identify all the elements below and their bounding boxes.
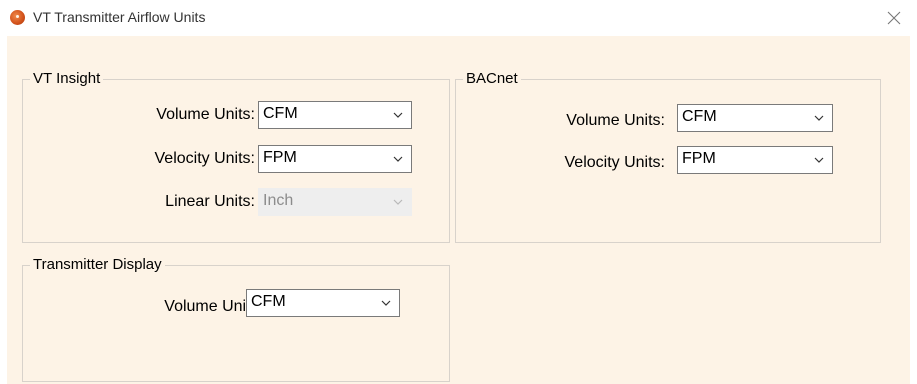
vt-insight-volume-label: Volume Units:: [156, 106, 255, 123]
bacnet-velocity-select[interactable]: FPM: [677, 146, 833, 174]
app-logo-icon: [10, 10, 25, 25]
close-icon: [887, 11, 901, 25]
chevron-down-icon: [814, 115, 824, 121]
vt-insight-linear-value: Inch: [263, 192, 294, 209]
transmitter-display-group-title: Transmitter Display: [30, 256, 165, 274]
bacnet-volume-select[interactable]: CFM: [677, 104, 833, 132]
chevron-down-icon: [814, 157, 824, 163]
dialog-client-area: VT Insight Volume Units: CFM Velocity Un…: [7, 36, 910, 384]
bacnet-volume-value: CFM: [682, 108, 717, 125]
vt-insight-velocity-select[interactable]: FPM: [258, 145, 412, 173]
transmitter-display-volume-select[interactable]: CFM: [246, 289, 400, 317]
vt-insight-linear-select: Inch: [258, 188, 412, 216]
bacnet-velocity-label: Velocity Units:: [564, 154, 665, 171]
window-title: VT Transmitter Airflow Units: [33, 9, 206, 25]
vt-insight-linear-label: Linear Units:: [165, 193, 255, 210]
vt-insight-volume-select[interactable]: CFM: [258, 101, 412, 129]
vt-insight-velocity-value: FPM: [263, 149, 297, 166]
chevron-down-icon: [393, 156, 403, 162]
bacnet-group-title: BACnet: [463, 70, 521, 88]
transmitter-display-volume-value: CFM: [251, 293, 286, 310]
close-button[interactable]: [871, 0, 917, 36]
vt-insight-group-title: VT Insight: [30, 70, 104, 88]
chevron-down-icon: [381, 300, 391, 306]
chevron-down-icon: [393, 112, 403, 118]
bacnet-group: BACnet Volume Units: CFM Velocity Units:…: [455, 70, 881, 243]
bacnet-volume-label: Volume Units:: [566, 112, 665, 129]
vt-insight-velocity-label: Velocity Units:: [154, 150, 255, 167]
title-bar: VT Transmitter Airflow Units: [0, 0, 917, 36]
vt-insight-volume-value: CFM: [263, 105, 298, 122]
bacnet-velocity-value: FPM: [682, 150, 716, 167]
chevron-down-icon: [393, 199, 403, 205]
transmitter-display-group: Transmitter Display Volume Units: CFM: [22, 256, 450, 382]
dialog-window: VT Transmitter Airflow Units VT Insight …: [0, 0, 917, 384]
vt-insight-group: VT Insight Volume Units: CFM Velocity Un…: [22, 70, 450, 243]
